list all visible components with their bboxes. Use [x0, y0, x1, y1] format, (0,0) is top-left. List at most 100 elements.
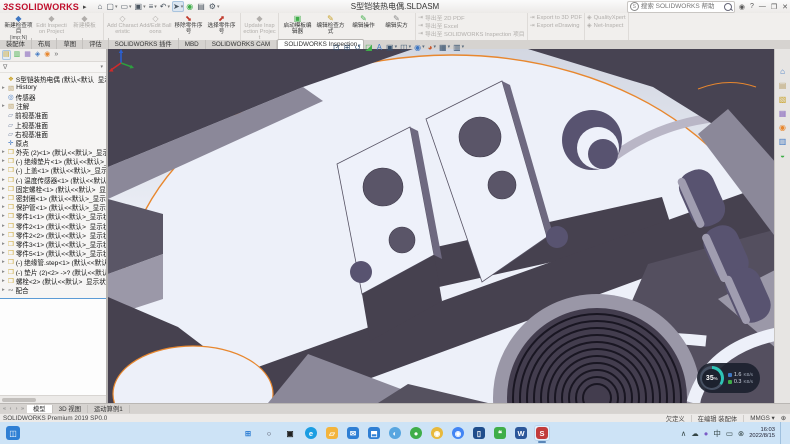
tree-item[interactable]: ▸ ❒ 保护管<1> (默认<<默认>_显示状 [0, 203, 106, 212]
tab-nav-arrow[interactable]: » [20, 406, 25, 412]
tree-item[interactable]: ✛ 原点 [0, 138, 106, 147]
task-pane-tab[interactable]: ⌂ [780, 67, 785, 76]
heads-up-button[interactable]: ◕ ▾ [428, 43, 436, 52]
tree-item[interactable]: ▸ ▧ History [0, 83, 106, 92]
help-button[interactable]: ? [750, 3, 754, 10]
ribbon-menu-item[interactable]: ◈ Net-Inspect [587, 22, 626, 29]
taskbar-app-button[interactable]: ○ [261, 425, 277, 441]
ribbon-button[interactable]: ◆ 新建检查项目 (imp;N) [2, 13, 35, 40]
units-selector[interactable]: MMGS ▾ [750, 415, 775, 422]
ribbon-menu-item[interactable]: ◈ QualityXpert [587, 14, 626, 21]
tree-item[interactable]: ▸ ❒ 密封圈<1> (默认<<默认>_显示状 [0, 193, 106, 202]
command-tab[interactable]: MBD [179, 40, 206, 49]
task-pane-tab[interactable]: ▤ [779, 81, 787, 90]
command-tab[interactable]: 草图 [57, 38, 83, 49]
quick-access-button[interactable]: ▭ ▾ [119, 1, 132, 12]
tree-item[interactable]: ▸ ❒ 零件5<1> (默认<<默认>_显示状态 [0, 249, 106, 258]
tree-item[interactable]: ▸ ❒ 零件1<1> (默认<<默认>_显示状态 [0, 212, 106, 221]
tree-item[interactable]: ▸ ❒ (-) 垫片 (2)<2> ->? (默认<<默认 [0, 267, 106, 276]
taskbar-app-button[interactable]: ◉ [450, 425, 466, 441]
tab-nav-arrow[interactable]: › [14, 406, 19, 412]
quick-access-button[interactable]: ➤ ▾ [172, 1, 184, 12]
tree-item[interactable]: ▸ ❒ (-) 绝缘管.step<1> (默认<<默认> [0, 258, 106, 267]
ribbon-button[interactable]: ◇ Add/Edit Balloons [139, 13, 172, 40]
manager-tab[interactable]: ◉ [43, 50, 51, 60]
taskbar-app-button[interactable]: ✉ [345, 425, 361, 441]
taskbar-app-button[interactable]: ● [408, 425, 424, 441]
command-tab[interactable]: SOLIDWORKS 插件 [109, 38, 179, 49]
quick-access-button[interactable]: ⌂ [97, 1, 105, 12]
taskbar-app-button[interactable]: e [303, 425, 319, 441]
ribbon-button[interactable]: ⬈ 选择零件序号 [205, 13, 238, 40]
tree-item[interactable]: ▸ ❒ (-) 上盖<1> (默认<<默认>_显示状 [0, 166, 106, 175]
manager-tab[interactable]: ▥ [13, 50, 22, 60]
heads-up-button[interactable]: ⊞ [344, 43, 352, 52]
manager-tab[interactable]: ▤ [2, 50, 11, 60]
ribbon-button[interactable]: ⬊ 移除零件序号 [172, 13, 205, 40]
ribbon-button[interactable]: ◇ Add Characteristic [106, 13, 139, 40]
performance-widget[interactable]: 35% 1.6KB/s 0.3KB/s [697, 363, 760, 393]
quick-access-button[interactable]: ≡ ▾ [148, 1, 158, 12]
tree-item[interactable]: ▸ ❒ 零件3<1> (默认<<默认>_显示状态 [0, 239, 106, 248]
taskbar-app-button[interactable]: ▯ [471, 425, 487, 441]
tree-item[interactable]: ▱ 右视基准面 [0, 129, 106, 138]
search-input[interactable] [639, 2, 724, 11]
tree-item[interactable]: ▸ ❒ (-) 温度传感器<1> (默认<<默认>_ [0, 175, 106, 184]
command-tab[interactable]: 装配体 [0, 38, 32, 49]
manager-tab[interactable]: ◈ [34, 50, 41, 60]
show-desktop-button[interactable] [780, 422, 784, 444]
heads-up-button[interactable]: ▦ ▾ [439, 43, 450, 52]
ribbon-menu-item[interactable]: ⇥ 导出至 SOLIDWORKS Inspection 项目 [418, 30, 525, 37]
heads-up-button[interactable]: ▣ ▾ [386, 43, 397, 52]
taskbar-app-button[interactable]: ▣ [282, 425, 298, 441]
status-globe-icon[interactable]: ⊕ [781, 415, 786, 422]
ribbon-menu-item[interactable]: ⇥ 导出至 2D PDF [418, 14, 525, 21]
tree-item[interactable]: ▸ ▧ 注解 [0, 102, 106, 111]
panel-horizontal-scrollbar[interactable] [0, 395, 106, 403]
tab-nav-arrow[interactable]: « [2, 406, 7, 412]
tray-icon[interactable]: ☁ [691, 429, 699, 438]
tray-icon[interactable]: ▭ [726, 429, 733, 438]
command-tab[interactable]: SOLIDWORKS CAM [206, 40, 277, 49]
ribbon-button[interactable]: ✎ 编辑实方 [380, 13, 413, 40]
widgets-button[interactable]: ◫ [6, 426, 20, 440]
tree-item[interactable]: ▸ ❒ 螺栓<2> (默认<<默认>_显示状态 [0, 276, 106, 285]
command-tab[interactable]: 布局 [32, 38, 58, 49]
tray-icon[interactable]: ∧ [681, 429, 687, 438]
tree-item[interactable]: ▸ ∾ 配合 [0, 285, 106, 294]
heads-up-button[interactable]: ◉ ▾ [414, 43, 425, 52]
task-pane-tab[interactable]: ▦ [779, 109, 787, 118]
ribbon-button[interactable]: ◆ 新建模板 [68, 13, 101, 40]
tray-icon[interactable]: ● [704, 429, 709, 438]
quick-access-button[interactable]: ⚙ ▾ [208, 1, 221, 12]
quick-access-button[interactable]: ▤ [196, 1, 207, 12]
task-pane-tab[interactable]: ◉ [779, 123, 786, 132]
heads-up-button[interactable]: ↺ [354, 43, 362, 52]
tree-item[interactable]: ▱ 上视基准面 [0, 120, 106, 129]
taskbar-app-button[interactable]: ◉ [429, 425, 445, 441]
tree-item[interactable]: ▸ ❒ 零件2<1> (默认<<默认>_显示状态 [0, 221, 106, 230]
quick-access-button[interactable]: ◉ [185, 1, 195, 12]
heads-up-button[interactable]: ⊡ [333, 43, 341, 52]
login-button[interactable]: ◉ [739, 3, 745, 11]
taskbar-app-button[interactable]: ▱ [324, 425, 340, 441]
graphics-viewport[interactable]: 35% 1.6KB/s 0.3KB/s [108, 49, 774, 403]
ribbon-menu-item[interactable]: ⇥ Export to 3D PDF [530, 14, 582, 21]
tree-item[interactable]: ◎ 传感器 [0, 92, 106, 101]
minimize-button[interactable]: — [759, 3, 766, 10]
command-tab[interactable]: 评估 [83, 38, 109, 49]
scrollbar-thumb[interactable] [2, 398, 36, 402]
tree-filter[interactable]: ∇ ▾ [0, 62, 106, 73]
ribbon-button[interactable]: ▣ 启动模板编辑器 [281, 13, 314, 40]
tree-item[interactable]: ❖ S型铠装热电偶 (默认<默认_显示状态-1 [0, 74, 106, 83]
heads-up-button[interactable]: ◪ [365, 43, 374, 52]
tree-item[interactable]: ▸ ❒ (-) 绝缘垫片<1> (默认<<默认>_显 [0, 157, 106, 166]
ribbon-button[interactable]: ◆ Edit Inspection Project [35, 13, 68, 40]
restore-button[interactable]: ❐ [771, 3, 777, 11]
heads-up-button[interactable]: ▥ ▾ [453, 43, 464, 52]
ribbon-button[interactable]: ✎ 编辑检查方式 [314, 13, 347, 40]
taskbar-app-button[interactable]: ⊞ [240, 425, 256, 441]
help-search-box[interactable]: S [627, 1, 735, 13]
tree-item[interactable]: ▸ ❒ 外壳 (2)<1> (默认<<默认>_显示状 [0, 148, 106, 157]
heads-up-button[interactable]: ◫ ▾ [400, 43, 411, 52]
